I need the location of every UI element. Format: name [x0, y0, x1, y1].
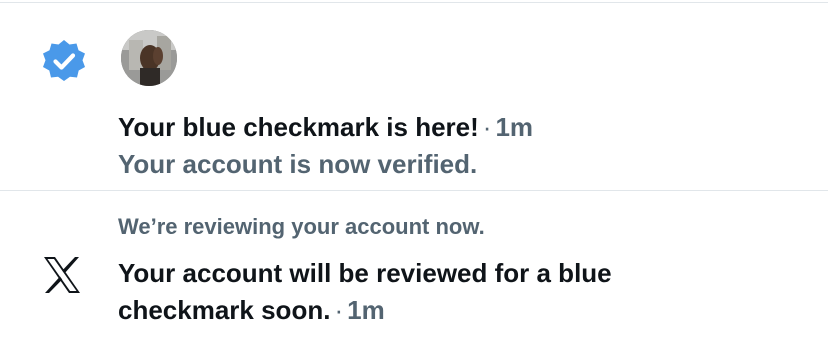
notification-review[interactable]: We’re reviewing your account now. Your a… [0, 191, 828, 341]
separator-dot: · [482, 112, 492, 142]
timestamp[interactable]: 1m [495, 112, 533, 142]
timestamp[interactable]: 1m [347, 295, 385, 325]
notification-verified[interactable]: Your blue checkmark is here! · 1m Your acc… [0, 3, 828, 190]
separator-dot: · [334, 295, 344, 325]
notification-subtitle: Your account is now verified. [118, 149, 478, 179]
title-text: Your blue checkmark is here! [118, 112, 479, 142]
x-logo-icon [38, 251, 86, 299]
notification-message: Your account will be reviewed for a blue… [118, 255, 718, 329]
notification-title: Your blue checkmark is here! · 1m [118, 108, 533, 146]
notification-preheader: We’re reviewing your account now. [118, 214, 485, 239]
verified-badge-icon [40, 38, 88, 86]
avatar[interactable] [121, 30, 177, 86]
